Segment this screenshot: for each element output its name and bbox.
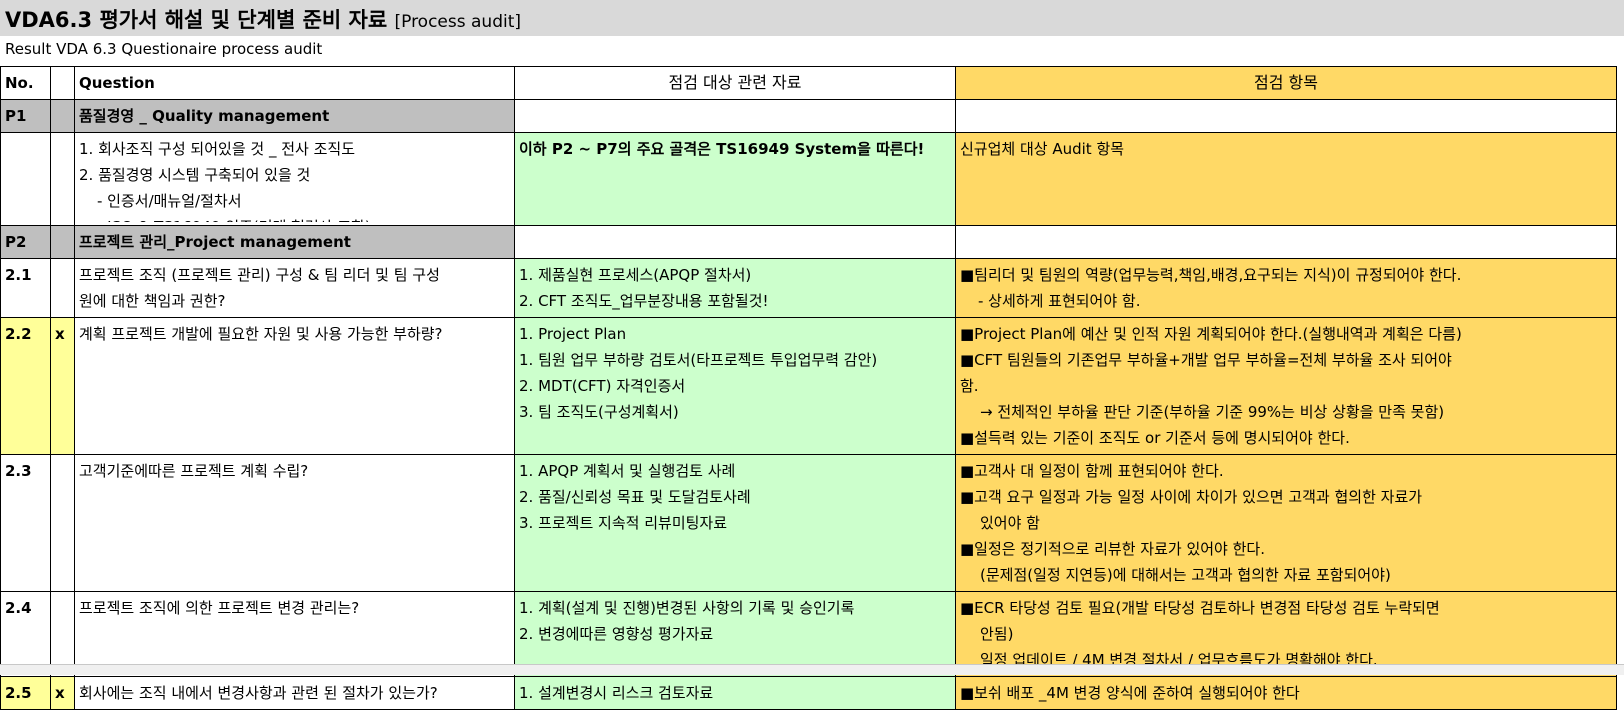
p1-materials[interactable] <box>514 99 956 133</box>
r24-i2: 안됨) <box>980 625 1014 643</box>
r24-q1: 프로젝트 조직에 의한 프로젝트 변경 관리는? <box>79 599 360 617</box>
header-no[interactable]: No. <box>0 66 51 100</box>
r25-items[interactable]: ■보쉬 배포 _4M 변경 양식에 준하여 실행되어야 한다 <box>955 676 1617 710</box>
r22-i3: 함. <box>960 377 979 395</box>
r21-items[interactable]: ■팀리더 및 팀원의 역량(업무능력,책임,배경,요구되는 지식)이 규정되어야… <box>955 258 1617 318</box>
r23-m1: 1. APQP 계획서 및 실행검토 사례 <box>519 462 736 480</box>
horizontal-scrollbar[interactable] <box>0 664 1624 675</box>
r23-mark[interactable] <box>50 454 75 592</box>
p2-materials[interactable] <box>514 225 956 259</box>
r23-no[interactable]: 2.3 <box>0 454 51 592</box>
p1-title[interactable]: 품질경영 _ Quality management <box>74 99 515 133</box>
header-question[interactable]: Question <box>74 66 515 100</box>
r23-q1: 고객기준에따른 프로젝트 계획 수립? <box>79 462 309 480</box>
p1d-material[interactable]: 이하 P2 ~ P7의 주요 골격은 TS16949 System을 따른다! <box>514 132 956 226</box>
sheet-subtitle[interactable]: Result VDA 6.3 Questionaire process audi… <box>5 40 322 58</box>
table-row-2-3: 2.3 고객기준에따른 프로젝트 계획 수립? 1. APQP 계획서 및 실행… <box>0 454 1617 592</box>
r21-q1: 프로젝트 조직 (프로젝트 관리) 구성 & 팀 리더 및 팀 구성 <box>79 266 440 284</box>
r25-m1: 1. 설계변경시 리스크 검토자료 <box>519 684 714 702</box>
r25-mark[interactable]: x <box>50 676 75 710</box>
r25-no[interactable]: 2.5 <box>0 676 51 710</box>
r21-no[interactable]: 2.1 <box>0 258 51 318</box>
sheet-title[interactable]: VDA6.3 평가서 해설 및 단계별 준비 자료 [Process audit… <box>5 4 521 34</box>
r22-no[interactable]: 2.2 <box>0 317 51 455</box>
spreadsheet: VDA6.3 평가서 해설 및 단계별 준비 자료 [Process audit… <box>0 0 1624 710</box>
r21-i2: - 상세하게 표현되어야 함. <box>978 292 1141 310</box>
r25-i1: ■보쉬 배포 _4M 변경 양식에 준하여 실행되어야 한다 <box>960 684 1300 702</box>
r21-mark[interactable] <box>50 258 75 318</box>
r23-i1: ■고객사 대 일정이 함께 표현되어야 한다. <box>960 462 1224 480</box>
r23-materials[interactable]: 1. APQP 계획서 및 실행검토 사례 2. 품질/신뢰성 목표 및 도달검… <box>514 454 956 592</box>
r23-i3: 있어야 함 <box>980 514 1040 532</box>
p1d-q4: - ISO & TS16949 인증(거래 협력사 포함) <box>79 214 510 222</box>
section-row-p1: P1 품질경영 _ Quality management <box>0 99 1617 133</box>
r23-m3: 3. 프로젝트 지속적 리뷰미팅자료 <box>519 514 728 532</box>
r22-m4: 3. 팀 조직도(구성계획서) <box>519 403 679 421</box>
r21-question[interactable]: 프로젝트 조직 (프로젝트 관리) 구성 & 팀 리더 및 팀 구성 원에 대한… <box>74 258 515 318</box>
section-row-p2: P2 프로젝트 관리_Project management <box>0 225 1617 259</box>
table-row-2-1: 2.1 프로젝트 조직 (프로젝트 관리) 구성 & 팀 리더 및 팀 구성 원… <box>0 258 1617 318</box>
r25-materials[interactable]: 1. 설계변경시 리스크 검토자료 <box>514 676 956 710</box>
header-materials[interactable]: 점검 대상 관련 자료 <box>514 66 956 100</box>
r21-m2: 2. CFT 조직도_업무분장내용 포함될것! <box>519 292 769 310</box>
r22-question[interactable]: 계획 프로젝트 개발에 필요한 자원 및 사용 가능한 부하량? <box>74 317 515 455</box>
r22-i4: → 전체적인 부하율 판단 기준(부하율 기준 99%는 비상 상황을 만족 못… <box>980 403 1445 421</box>
r24-m2: 2. 변경에따른 영향성 평가자료 <box>519 625 714 643</box>
p2-title[interactable]: 프로젝트 관리_Project management <box>74 225 515 259</box>
r25-question[interactable]: 회사에는 조직 내에서 변경사항과 관련 된 절차가 있는가? <box>74 676 515 710</box>
r22-i1: ■Project Plan에 예산 및 인적 자원 계획되어야 한다.(실행내역… <box>960 325 1462 343</box>
p1d-q3: - 인증서/매뉴얼/절차서 <box>97 192 242 210</box>
r21-i1: ■팀리더 및 팀원의 역량(업무능력,책임,배경,요구되는 지식)이 규정되어야… <box>960 266 1462 284</box>
r22-m2: 1. 팀원 업무 부하량 검토서(타프로젝트 투입업무력 감안) <box>519 351 878 369</box>
p1d-no[interactable] <box>0 132 51 226</box>
p1-no[interactable]: P1 <box>0 99 51 133</box>
p1d-question[interactable]: 1. 회사조직 구성 되어있을 것 _ 전사 조직도 2. 품질경영 시스템 구… <box>74 132 515 226</box>
audit-table: No. Question 점검 대상 관련 자료 점검 항목 P1 품질경영 _… <box>0 66 1617 710</box>
table-row-2-2: 2.2 x 계획 프로젝트 개발에 필요한 자원 및 사용 가능한 부하량? 1… <box>0 317 1617 455</box>
p2-no[interactable]: P2 <box>0 225 51 259</box>
p1-mark[interactable] <box>50 99 75 133</box>
title-sub-text: [Process audit] <box>394 12 522 32</box>
p1-items[interactable] <box>955 99 1617 133</box>
r22-q1: 계획 프로젝트 개발에 필요한 자원 및 사용 가능한 부하량? <box>79 325 443 343</box>
p2-mark[interactable] <box>50 225 75 259</box>
p1d-mark[interactable] <box>50 132 75 226</box>
p1d-q2: 2. 품질경영 시스템 구축되어 있을 것 <box>79 166 311 184</box>
r25-q1: 회사에는 조직 내에서 변경사항과 관련 된 절차가 있는가? <box>79 684 438 702</box>
r22-mark[interactable]: x <box>50 317 75 455</box>
p1d-item[interactable]: 신규업체 대상 Audit 항목 <box>955 132 1617 226</box>
r24-m1: 1. 계획(설계 및 진행)변경된 사항의 기록 및 승인기록 <box>519 599 855 617</box>
title-main-text: VDA6.3 평가서 해설 및 단계별 준비 자료 <box>5 8 388 32</box>
table-row-2-5: 2.5 x 회사에는 조직 내에서 변경사항과 관련 된 절차가 있는가? 1.… <box>0 676 1617 710</box>
r22-m3: 2. MDT(CFT) 자격인증서 <box>519 377 686 395</box>
r21-materials[interactable]: 1. 제품실현 프로세스(APQP 절차서) 2. CFT 조직도_업무분장내용… <box>514 258 956 318</box>
r22-m1: 1. Project Plan <box>519 325 627 343</box>
p1d-q1: 1. 회사조직 구성 되어있을 것 _ 전사 조직도 <box>79 140 355 158</box>
table-row-p1-detail: 1. 회사조직 구성 되어있을 것 _ 전사 조직도 2. 품질경영 시스템 구… <box>0 132 1617 226</box>
header-mark[interactable] <box>50 66 75 100</box>
r22-items[interactable]: ■Project Plan에 예산 및 인적 자원 계획되어야 한다.(실행내역… <box>955 317 1617 455</box>
r21-m1: 1. 제품실현 프로세스(APQP 절차서) <box>519 266 752 284</box>
r23-m2: 2. 품질/신뢰성 목표 및 도달검토사례 <box>519 488 751 506</box>
r23-items[interactable]: ■고객사 대 일정이 함께 표현되어야 한다. ■고객 요구 일정과 가능 일정… <box>955 454 1617 592</box>
r21-q2: 원에 대한 책임과 권한? <box>79 292 226 310</box>
r23-i2: ■고객 요구 일정과 가능 일정 사이에 차이가 있으면 고객과 협의한 자료가 <box>960 488 1423 506</box>
r23-question[interactable]: 고객기준에따른 프로젝트 계획 수립? <box>74 454 515 592</box>
r22-materials[interactable]: 1. Project Plan 1. 팀원 업무 부하량 검토서(타프로젝트 투… <box>514 317 956 455</box>
r22-i5: ■설득력 있는 기준이 조직도 or 기준서 등에 명시되어야 한다. <box>960 429 1350 447</box>
title-bar: VDA6.3 평가서 해설 및 단계별 준비 자료 [Process audit… <box>0 0 1624 36</box>
r23-i4: ■일정은 정기적으로 리뷰한 자료가 있어야 한다. <box>960 540 1265 558</box>
r23-i5: (문제점(일정 지연등)에 대해서는 고객과 협의한 자료 포함되어야) <box>980 566 1391 584</box>
header-row: No. Question 점검 대상 관련 자료 점검 항목 <box>0 66 1617 100</box>
header-items[interactable]: 점검 항목 <box>955 66 1617 100</box>
r22-i2: ■CFT 팀원들의 기존업무 부하율+개발 업무 부하율=전체 부하율 조사 되… <box>960 351 1452 369</box>
r24-i1: ■ECR 타당성 검토 필요(개발 타당성 검토하나 변경점 타당성 검토 누락… <box>960 599 1440 617</box>
p2-items[interactable] <box>955 225 1617 259</box>
